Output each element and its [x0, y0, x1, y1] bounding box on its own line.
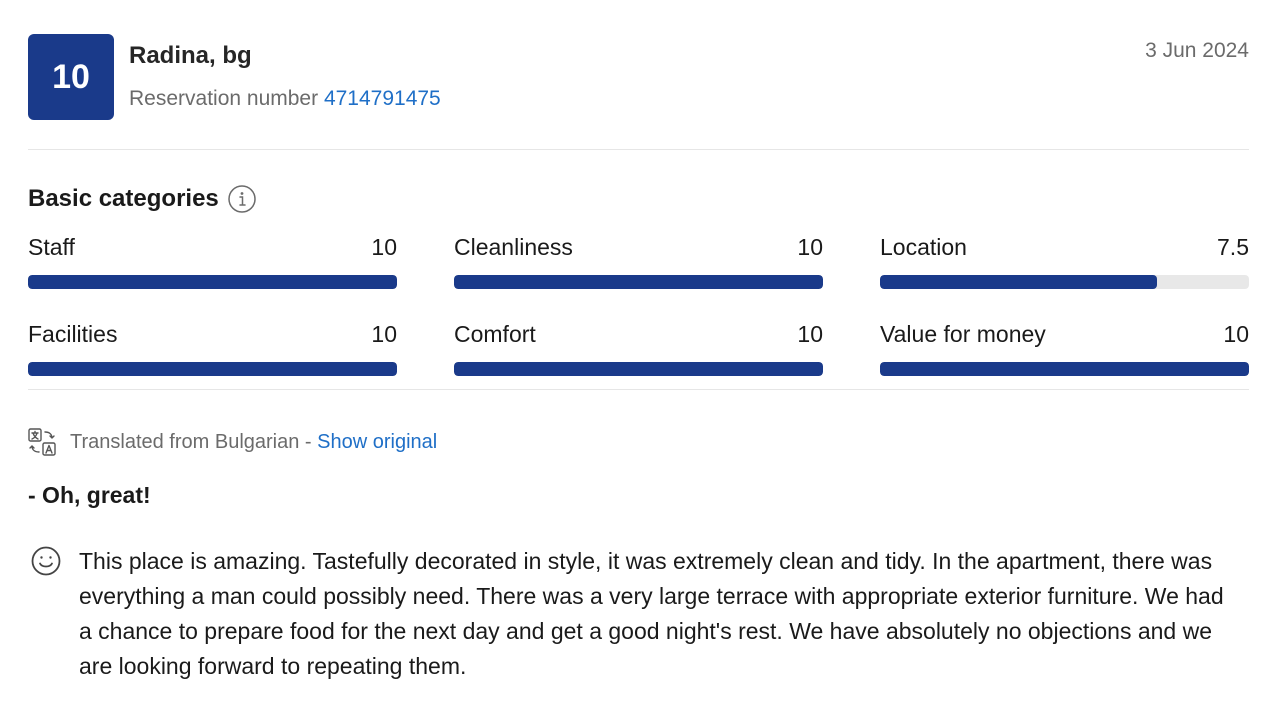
category-score: 7.5 — [1217, 234, 1249, 260]
category-bar — [880, 362, 1249, 376]
category-cleanliness: Cleanliness 10 — [454, 234, 823, 289]
smiley-icon — [30, 545, 62, 577]
reservation-number-link[interactable]: 4714791475 — [324, 87, 441, 110]
section-title: Basic categories — [28, 185, 219, 212]
category-label: Cleanliness — [454, 234, 573, 260]
translate-icon — [27, 427, 57, 457]
review-score: 10 — [52, 57, 90, 96]
category-label: Facilities — [28, 321, 118, 347]
review-title: - Oh, great! — [28, 482, 151, 508]
reviewer-name: Radina, bg — [129, 42, 252, 69]
category-bar — [454, 362, 823, 376]
info-icon[interactable] — [227, 184, 257, 214]
category-score: 10 — [797, 234, 823, 260]
reservation-label: Reservation number — [129, 87, 319, 110]
category-bar-fill — [454, 275, 823, 289]
category-bar — [28, 275, 397, 289]
category-value-for-money: Value for money 10 — [880, 321, 1249, 376]
divider — [28, 149, 1249, 150]
review-score-badge: 10 — [28, 34, 114, 120]
category-bar-fill — [880, 275, 1157, 289]
reservation-info: Reservation number 4714791475 — [129, 87, 441, 111]
review-date: 3 Jun 2024 — [1145, 39, 1249, 62]
category-facilities: Facilities 10 — [28, 321, 397, 376]
category-label: Staff — [28, 234, 75, 260]
category-bar-fill — [28, 275, 397, 289]
category-bar-fill — [880, 362, 1249, 376]
divider — [28, 389, 1249, 390]
category-score: 10 — [371, 321, 397, 347]
basic-categories-heading: Basic categories — [28, 184, 257, 214]
category-bar-fill — [28, 362, 397, 376]
show-original-link[interactable]: Show original — [317, 431, 437, 453]
category-label: Location — [880, 234, 967, 260]
translation-text: Translated from Bulgarian - — [70, 430, 312, 453]
translation-notice: Translated from Bulgarian - Show origina… — [27, 427, 437, 457]
category-label: Value for money — [880, 321, 1046, 347]
category-score: 10 — [371, 234, 397, 260]
category-bar — [28, 362, 397, 376]
category-score: 10 — [797, 321, 823, 347]
category-bar — [880, 275, 1249, 289]
category-staff: Staff 10 — [28, 234, 397, 289]
review-body: This place is amazing. Tastefully decora… — [79, 548, 1224, 679]
category-label: Comfort — [454, 321, 536, 347]
category-location: Location 7.5 — [880, 234, 1249, 289]
category-comfort: Comfort 10 — [454, 321, 823, 376]
category-bar-fill — [454, 362, 823, 376]
category-score: 10 — [1223, 321, 1249, 347]
category-bar — [454, 275, 823, 289]
